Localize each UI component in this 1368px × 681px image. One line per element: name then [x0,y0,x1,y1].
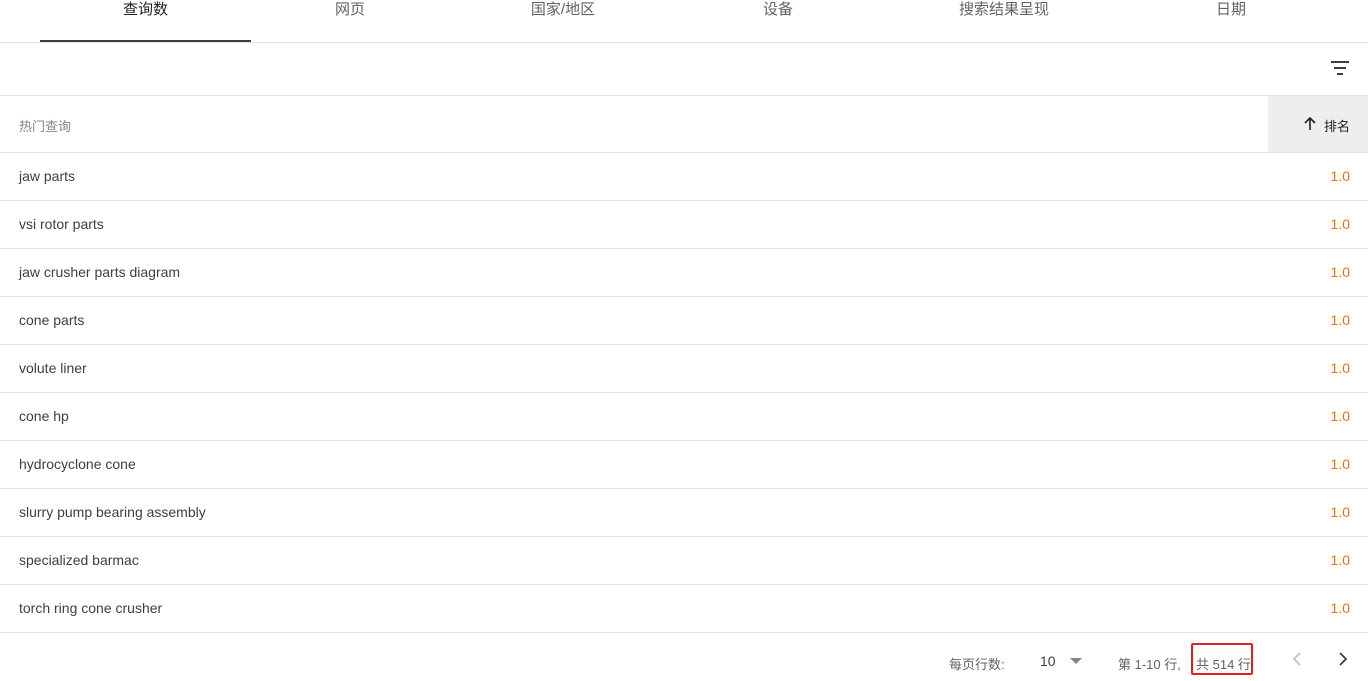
query-cell: slurry pump bearing assembly [19,504,206,520]
query-cell: jaw parts [19,168,76,184]
tab-pages-label: 网页 [334,1,365,18]
tab-countries[interactable]: 国家/地区 [463,0,663,42]
tab-queries[interactable]: 查询数 [40,0,251,42]
table-row[interactable]: jaw parts 1.0 [0,153,1368,201]
tab-pages[interactable]: 网页 [250,0,450,42]
rank-cell: 1.0 [1330,600,1350,616]
query-cell: specialized barmac [19,552,139,568]
rows-per-page-label: 每页行数: [949,657,1005,672]
table-row[interactable]: hydrocyclone cone 1.0 [0,441,1368,489]
rows-per-page-value: 10 [1040,653,1056,669]
tab-queries-label: 查询数 [122,1,168,18]
table-header: 热门查询 排名 [0,96,1368,153]
rank-cell: 1.0 [1330,168,1350,184]
query-cell: cone hp [19,408,69,424]
query-cell: volute liner [19,360,87,376]
tab-devices-label: 设备 [762,1,793,18]
column-header-rank[interactable]: 排名 [1268,96,1368,152]
rank-cell: 1.0 [1330,408,1350,424]
column-header-rank-label: 排名 [1323,119,1350,134]
query-cell: cone parts [19,312,85,328]
table-row[interactable]: volute liner 1.0 [0,345,1368,393]
table-row[interactable]: torch ring cone crusher 1.0 [0,585,1368,633]
dropdown-caret-icon [1070,658,1082,664]
pagination-bar: 每页行数: 10 第 1-10 行, 共 514 行 [0,633,1368,681]
filter-bar [0,43,1368,96]
table-row[interactable]: vsi rotor parts 1.0 [0,201,1368,249]
tab-devices[interactable]: 设备 [678,0,878,42]
table-row[interactable]: specialized barmac 1.0 [0,537,1368,585]
tab-dates[interactable]: 日期 [1131,0,1331,42]
rank-cell: 1.0 [1330,504,1350,520]
chevron-left-icon[interactable] [1288,649,1308,669]
chevron-right-icon[interactable] [1332,649,1352,669]
table-row[interactable]: cone parts 1.0 [0,297,1368,345]
arrow-up-icon [1304,117,1316,130]
rank-cell: 1.0 [1330,456,1350,472]
query-cell: hydrocyclone cone [19,456,136,472]
query-cell: jaw crusher parts diagram [19,264,181,280]
tab-countries-label: 国家/地区 [530,1,596,18]
rows-per-page-select[interactable]: 10 [1034,647,1086,675]
column-header-query[interactable]: 热门查询 [19,116,71,135]
table-body: jaw parts 1.0 vsi rotor parts 1.0 jaw crus… [0,153,1368,633]
tab-dates-label: 日期 [1215,1,1246,18]
rank-cell: 1.0 [1330,360,1350,376]
rank-cell: 1.0 [1330,216,1350,232]
table-row[interactable]: jaw crusher parts diagram 1.0 [0,249,1368,297]
table-row[interactable]: slurry pump bearing assembly 1.0 [0,489,1368,537]
filter-list-icon[interactable] [1330,58,1350,78]
tab-bar: 查询数 网页 国家/地区 设备 搜索结果呈现 日期 [0,0,1368,43]
row-range-label: 第 1-10 行, [1118,657,1181,672]
query-cell: vsi rotor parts [19,216,104,232]
tab-search-appearance-label: 搜索结果呈现 [958,1,1049,18]
rank-cell: 1.0 [1330,552,1350,568]
rank-cell: 1.0 [1330,264,1350,280]
query-cell: torch ring cone crusher [19,600,163,616]
table-row[interactable]: cone hp 1.0 [0,393,1368,441]
highlight-box [1191,643,1253,675]
rank-cell: 1.0 [1330,312,1350,328]
tab-search-appearance[interactable]: 搜索结果呈现 [904,0,1104,42]
